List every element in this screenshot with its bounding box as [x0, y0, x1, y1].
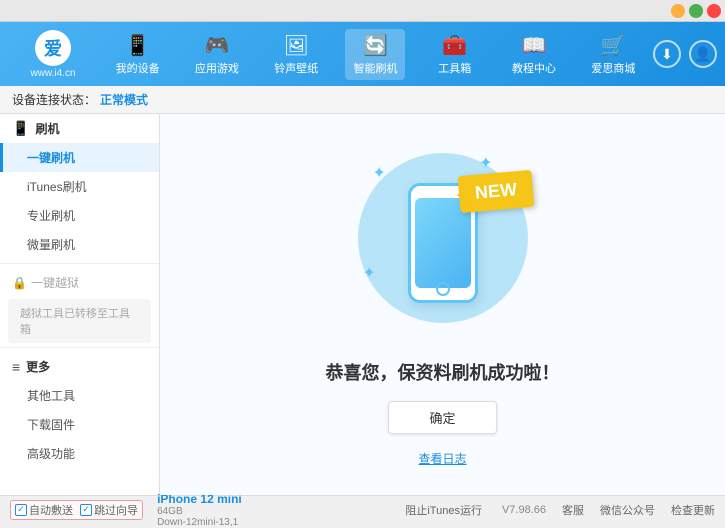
nav-item-tutorial[interactable]: 📖 教程中心: [504, 29, 564, 80]
nav-item-toolbox[interactable]: 🧰 工具箱: [425, 29, 485, 80]
sidebar-section-jailbreak: 🔒 一键越狱: [0, 268, 159, 297]
maximize-button[interactable]: [689, 4, 703, 18]
sparkle-1: ✦: [373, 163, 386, 183]
divider-2: [0, 347, 159, 348]
skip-guide-cb-box: ✓: [80, 504, 92, 516]
bottom-left: ✓ 自动敷送 ✓ 跳过向导 iPhone 12 mini 64GB Down-1…: [10, 492, 405, 528]
other-tools-label: 其他工具: [27, 389, 75, 403]
status-bar: 设备连接状态： 正常模式: [0, 86, 725, 114]
status-label: 设备连接状态：: [12, 91, 96, 108]
nav-right: ⬇ 👤: [653, 40, 717, 68]
logo-area[interactable]: 爱 www.i4.cn: [8, 30, 98, 79]
jailbreak-label: 一键越狱: [31, 274, 79, 291]
top-nav: 爱 www.i4.cn 📱 我的设备 🎮 应用游戏 🖼 铃声壁纸 🔄 智能刷机 …: [0, 22, 725, 86]
customer-service-link[interactable]: 客服: [562, 502, 584, 518]
sidebar-section-flash[interactable]: 📱 刷机: [0, 114, 159, 143]
user-button[interactable]: 👤: [689, 40, 717, 68]
nav-item-shop[interactable]: 🛒 爱思商城: [583, 29, 643, 80]
download-firmware-label: 下载固件: [27, 418, 75, 432]
shop-icon: 🛒: [601, 33, 626, 58]
success-content: NEW ✦ ✦ ✦ 恭喜您，保资料刷机成功啦！ 确定 查看日志: [326, 143, 560, 467]
sidebar-item-itunes-flash[interactable]: iTunes刷机: [0, 172, 159, 201]
sidebar-item-one-click-flash[interactable]: 一键刷机: [0, 143, 159, 172]
device-info: iPhone 12 mini 64GB Down-12mini-13,1: [157, 492, 242, 528]
auto-send-label: 自动敷送: [29, 502, 73, 518]
tutorial-icon: 📖: [522, 33, 547, 58]
sidebar: 📱 刷机 一键刷机 iTunes刷机 专业刷机 微量刷机 🔒 一键越狱 越狱工具…: [0, 114, 160, 495]
success-message: 恭喜您，保资料刷机成功啦！: [326, 359, 560, 385]
download-button[interactable]: ⬇: [653, 40, 681, 68]
sidebar-item-dfu-flash[interactable]: 微量刷机: [0, 230, 159, 259]
wallpaper-icon: 🖼: [284, 33, 309, 58]
shop-label: 爱思商城: [591, 60, 635, 76]
one-click-flash-label: 一键刷机: [27, 151, 75, 165]
auto-send-cb-box: ✓: [15, 504, 27, 516]
jailbreak-note: 越狱工具已转移至工具箱: [8, 299, 151, 343]
logo-icon: 爱: [35, 30, 71, 66]
skip-guide-checkbox[interactable]: ✓ 跳过向导: [80, 502, 138, 518]
itunes-flash-label: iTunes刷机: [27, 180, 87, 194]
status-value: 正常模式: [100, 91, 148, 108]
more-section-label: 更多: [26, 358, 50, 375]
my-device-label: 我的设备: [116, 60, 160, 76]
title-bar: [0, 0, 725, 22]
sidebar-item-download-firmware[interactable]: 下载固件: [0, 410, 159, 439]
auto-send-checkbox[interactable]: ✓ 自动敷送: [15, 502, 73, 518]
toolbox-icon: 🧰: [442, 33, 467, 58]
logo-text: www.i4.cn: [30, 68, 75, 79]
phone-home-button: [436, 282, 450, 296]
confirm-button[interactable]: 确定: [388, 401, 496, 434]
nav-item-wallpaper[interactable]: 🖼 铃声壁纸: [266, 29, 326, 80]
more-section-icon: ≡: [12, 359, 20, 375]
apps-games-label: 应用游戏: [195, 60, 239, 76]
sidebar-item-pro-flash[interactable]: 专业刷机: [0, 201, 159, 230]
sidebar-item-other-tools[interactable]: 其他工具: [0, 381, 159, 410]
check-update-link[interactable]: 检查更新: [671, 502, 715, 518]
nav-items: 📱 我的设备 🎮 应用游戏 🖼 铃声壁纸 🔄 智能刷机 🧰 工具箱 📖 教程中心…: [98, 29, 653, 80]
smart-flash-label: 智能刷机: [353, 60, 397, 76]
my-device-icon: 📱: [125, 33, 150, 58]
skip-guide-check: ✓: [82, 504, 90, 515]
content-area: NEW ✦ ✦ ✦ 恭喜您，保资料刷机成功啦！ 确定 查看日志: [160, 114, 725, 495]
checkbox-area: ✓ 自动敷送 ✓ 跳过向导: [10, 500, 143, 520]
bottom-bar: ✓ 自动敷送 ✓ 跳过向导 iPhone 12 mini 64GB Down-1…: [0, 495, 725, 523]
device-storage: 64GB: [157, 506, 242, 517]
version-text: V7.98.66: [502, 504, 546, 516]
view-log-link[interactable]: 查看日志: [418, 450, 466, 467]
smart-flash-icon: 🔄: [363, 33, 388, 58]
skip-guide-label: 跳过向导: [94, 502, 138, 518]
nav-item-smart-flash[interactable]: 🔄 智能刷机: [345, 29, 405, 80]
wechat-link[interactable]: 微信公众号: [600, 502, 655, 518]
pro-flash-label: 专业刷机: [27, 209, 75, 223]
nav-item-my-device[interactable]: 📱 我的设备: [108, 29, 168, 80]
phone-illustration: NEW ✦ ✦ ✦: [343, 143, 543, 343]
apps-games-icon: 🎮: [204, 33, 229, 58]
sparkle-2: ✦: [479, 153, 492, 173]
dfu-flash-label: 微量刷机: [27, 238, 75, 252]
divider-1: [0, 263, 159, 264]
sidebar-item-advanced[interactable]: 高级功能: [0, 439, 159, 468]
advanced-label: 高级功能: [27, 447, 75, 461]
flash-section-icon: 📱: [12, 120, 29, 137]
itunes-btn[interactable]: 阻止iTunes运行: [405, 502, 482, 518]
auto-send-check: ✓: [17, 504, 25, 515]
sparkle-3: ✦: [363, 263, 376, 283]
device-firmware: Down-12mini-13,1: [157, 517, 242, 528]
new-badge: NEW: [457, 169, 534, 212]
main-layout: 📱 刷机 一键刷机 iTunes刷机 专业刷机 微量刷机 🔒 一键越狱 越狱工具…: [0, 114, 725, 495]
close-button[interactable]: [707, 4, 721, 18]
minimize-button[interactable]: [671, 4, 685, 18]
toolbox-label: 工具箱: [438, 60, 471, 76]
lock-icon: 🔒: [12, 276, 27, 290]
nav-item-apps-games[interactable]: 🎮 应用游戏: [187, 29, 247, 80]
sidebar-section-more[interactable]: ≡ 更多: [0, 352, 159, 381]
bottom-right: V7.98.66 客服 微信公众号 检查更新: [502, 502, 715, 518]
tutorial-label: 教程中心: [512, 60, 556, 76]
flash-section-label: 刷机: [35, 120, 59, 137]
wallpaper-label: 铃声壁纸: [274, 60, 318, 76]
